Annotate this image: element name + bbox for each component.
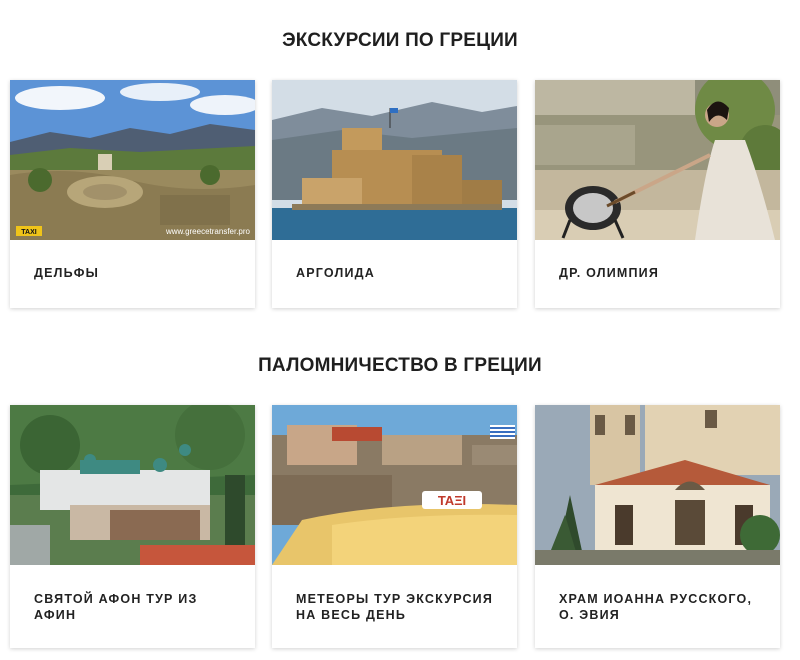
section-title-excursions: ЭКСКУРСИИ ПО ГРЕЦИИ (282, 30, 518, 51)
card-athos[interactable]: СВЯТОЙ АФОН ТУР ИЗ АФИН (10, 405, 255, 648)
card-meteora[interactable]: TAΞI МЕТЕОРЫ ТУР ЭКСКУРСИЯ НА ВЕСЬ ДЕНЬ (272, 405, 517, 648)
card-label[interactable]: СВЯТОЙ АФОН ТУР ИЗ АФИН (34, 591, 237, 623)
taxi-logo-text: TAXI (21, 229, 36, 236)
olympic-flame-ceremony-photo[interactable] (535, 80, 780, 240)
section-title-pilgrimage: ПАЛОМНИЧЕСТВО В ГРЕЦИИ (258, 355, 542, 376)
card-olympia[interactable]: ДР. ОЛИМПИЯ (535, 80, 780, 308)
bourtzi-fortress-photo[interactable] (272, 80, 517, 240)
watermark-text: www.greecetransfer.pro (165, 227, 251, 236)
card-label[interactable]: ДЕЛЬФЫ (34, 265, 237, 281)
meteora-taxi-photo[interactable]: TAΞI (272, 405, 517, 565)
card-label[interactable]: АРГОЛИДА (296, 265, 499, 281)
card-label[interactable]: МЕТЕОРЫ ТУР ЭКСКУРСИЯ НА ВЕСЬ ДЕНЬ (296, 591, 499, 623)
card-delphi[interactable]: TAXI www.greecetransfer.pro ДЕЛЬФЫ (10, 80, 255, 308)
card-st-john[interactable]: ХРАМ ИОАННА РУССКОГО, О. ЭВИЯ (535, 405, 780, 648)
card-argolida[interactable]: АРГОЛИДА (272, 80, 517, 308)
card-label[interactable]: ДР. ОЛИМПИЯ (559, 265, 762, 281)
card-label[interactable]: ХРАМ ИОАННА РУССКОГО, О. ЭВИЯ (559, 591, 762, 623)
mount-athos-monastery-photo[interactable] (10, 405, 255, 565)
delphi-ruins-photo[interactable]: TAXI www.greecetransfer.pro (10, 80, 255, 240)
taxi-sign-text: TAΞI (438, 493, 466, 508)
church-st-john-russian-photo[interactable] (535, 405, 780, 565)
